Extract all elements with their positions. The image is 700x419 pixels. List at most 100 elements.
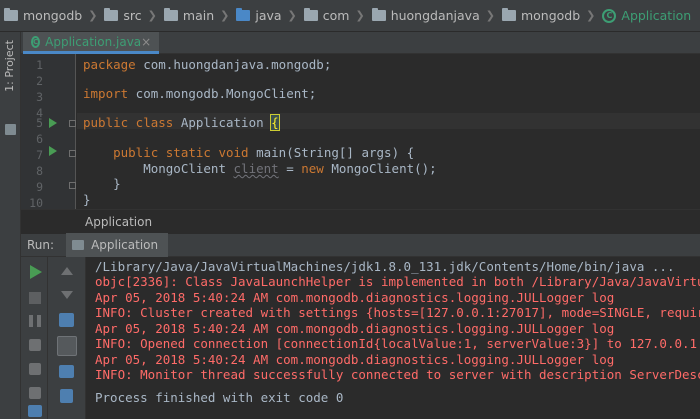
- fold-marker-icon[interactable]: [69, 182, 76, 189]
- nav-class-label[interactable]: Application: [85, 215, 152, 229]
- stop-icon[interactable]: [29, 292, 41, 304]
- breadcrumb-label: mongodb: [520, 8, 581, 23]
- exit-icon[interactable]: [29, 363, 41, 375]
- folder-icon: [303, 8, 318, 21]
- keyword: new: [301, 161, 324, 176]
- console-output[interactable]: /Library/Java/JavaVirtualMachines/jdk1.8…: [87, 257, 700, 419]
- breadcrumb-item-main[interactable]: main ❯: [163, 8, 236, 23]
- left-tool-strip: 1: Project: [0, 32, 21, 419]
- run-label: Run:: [27, 238, 55, 252]
- code-line-8: MongoClient client = new MongoClient();: [83, 161, 437, 176]
- arrow-down-icon[interactable]: [61, 291, 73, 299]
- class-icon: C: [31, 35, 41, 48]
- console-line: /Library/Java/JavaVirtualMachines/jdk1.8…: [95, 259, 675, 274]
- pause-icon[interactable]: [29, 315, 41, 327]
- chevron-right-icon: ❯: [220, 9, 230, 22]
- line-number: 8: [36, 164, 43, 178]
- code-line-7: public static void main(String[] args) {: [83, 145, 414, 160]
- line-number: 3: [36, 90, 43, 104]
- line-number: 6: [36, 132, 43, 146]
- keyword: public class: [83, 115, 174, 130]
- editor-tabs: C Application.java ×: [21, 32, 700, 54]
- console-line: INFO: Opened connection [connectionId{lo…: [95, 336, 700, 351]
- settings-icon[interactable]: [29, 387, 41, 399]
- chevron-right-icon: ❯: [287, 9, 297, 22]
- code-text: =: [278, 161, 302, 176]
- console-line: objc[2336]: Class JavaLaunchHelper is im…: [95, 274, 700, 289]
- console-toolbar: [48, 257, 86, 419]
- run-toolbar: [21, 257, 48, 419]
- breadcrumb-label: mongodb: [23, 8, 83, 23]
- breadcrumb-label: Application: [621, 8, 692, 23]
- breadcrumb-item-application[interactable]: C Application: [602, 8, 691, 23]
- fold-marker-icon[interactable]: [69, 150, 76, 157]
- run-tab-application[interactable]: Application: [66, 233, 169, 257]
- code-editor[interactable]: 1 2 3 4 5 6 7 8 9 10 package com.huongda…: [21, 54, 700, 210]
- run-tab-label: Application: [91, 238, 159, 252]
- run-main-icon[interactable]: [49, 146, 57, 156]
- tab-label: Application.java: [45, 34, 142, 49]
- breadcrumb-item-mongodb[interactable]: mongodb ❯: [4, 8, 104, 23]
- rerun-icon[interactable]: [30, 265, 42, 279]
- keyword: import: [83, 86, 129, 101]
- structure-icon[interactable]: [5, 124, 16, 135]
- code-line-10: }: [83, 192, 91, 207]
- unused-variable: client: [233, 161, 279, 176]
- line-number: 2: [36, 74, 43, 88]
- console-line: INFO: Cluster created with settings {hos…: [95, 305, 700, 320]
- chevron-right-icon: ❯: [485, 9, 495, 22]
- code-text: MongoClient: [83, 161, 234, 176]
- breadcrumb-item-huongdanjava[interactable]: huongdanjava ❯: [371, 8, 502, 23]
- tab-application-java[interactable]: C Application.java ×: [23, 32, 159, 54]
- code-line-1: package com.huongdanjava.mongodb;: [83, 57, 331, 72]
- run-tool-window-header: Run: Application: [21, 233, 700, 257]
- keyword: package: [83, 57, 136, 72]
- layout-icon[interactable]: [28, 405, 42, 417]
- keyword: public static void: [83, 145, 249, 160]
- breadcrumb-label: main: [182, 8, 215, 23]
- console-line: INFO: Monitor thread successfully connec…: [95, 367, 700, 382]
- line-number: 10: [29, 196, 43, 210]
- run-class-icon[interactable]: [49, 118, 57, 128]
- folder-icon: [371, 8, 386, 21]
- breadcrumb-label: src: [123, 8, 142, 23]
- dump-threads-icon[interactable]: [29, 339, 41, 351]
- editor-gutter: 1 2 3 4 5 6 7 8 9 10: [21, 54, 76, 210]
- chevron-right-icon: ❯: [147, 9, 157, 22]
- fold-marker-icon[interactable]: [69, 120, 76, 127]
- breadcrumb-label: huongdanjava: [390, 8, 480, 23]
- soft-wrap-icon[interactable]: [59, 313, 74, 327]
- breadcrumb-item-java[interactable]: java ❯: [236, 8, 303, 23]
- code-text: main(String[] args) {: [248, 145, 415, 160]
- arrow-up-icon[interactable]: [61, 267, 73, 275]
- folder-icon: [501, 8, 516, 21]
- code-line-9: }: [83, 176, 121, 191]
- trash-icon[interactable]: [60, 389, 73, 403]
- breadcrumb-item-src[interactable]: src ❯: [104, 8, 163, 23]
- scroll-to-end-icon[interactable]: [57, 336, 77, 356]
- breadcrumb-label: java: [255, 8, 282, 23]
- print-icon[interactable]: [59, 365, 74, 378]
- chevron-right-icon: ❯: [586, 9, 596, 22]
- breadcrumb-label: com: [322, 8, 350, 23]
- chevron-right-icon: ❯: [355, 9, 365, 22]
- folder-icon: [163, 8, 178, 21]
- line-number: 9: [36, 180, 43, 194]
- breadcrumb: mongodb ❯ src ❯ main ❯ java ❯ com ❯ huongdanj…: [0, 0, 700, 32]
- line-number: 5: [36, 116, 43, 130]
- class-icon: C: [602, 8, 617, 23]
- run-config-icon: [72, 240, 85, 250]
- code-line-3: import com.mongodb.MongoClient;: [83, 86, 316, 101]
- line-number: 1: [36, 58, 43, 72]
- console-line: Apr 05, 2018 5:40:24 AM com.mongodb.diag…: [95, 352, 615, 367]
- breadcrumb-item-mongodb-package[interactable]: mongodb ❯: [501, 8, 602, 23]
- console-line: Apr 05, 2018 5:40:24 AM com.mongodb.diag…: [95, 321, 615, 336]
- project-tool-tab[interactable]: 1: Project: [3, 40, 16, 92]
- console-line-process-finished: Process finished with exit code 0: [95, 390, 344, 405]
- editor-breadcrumb: Application: [21, 209, 700, 233]
- code-line-5: public class Application {: [83, 114, 280, 131]
- close-icon[interactable]: ×: [141, 35, 151, 49]
- breadcrumb-item-com[interactable]: com ❯: [303, 8, 372, 23]
- folder-icon: [104, 8, 119, 21]
- matched-brace: {: [270, 114, 280, 131]
